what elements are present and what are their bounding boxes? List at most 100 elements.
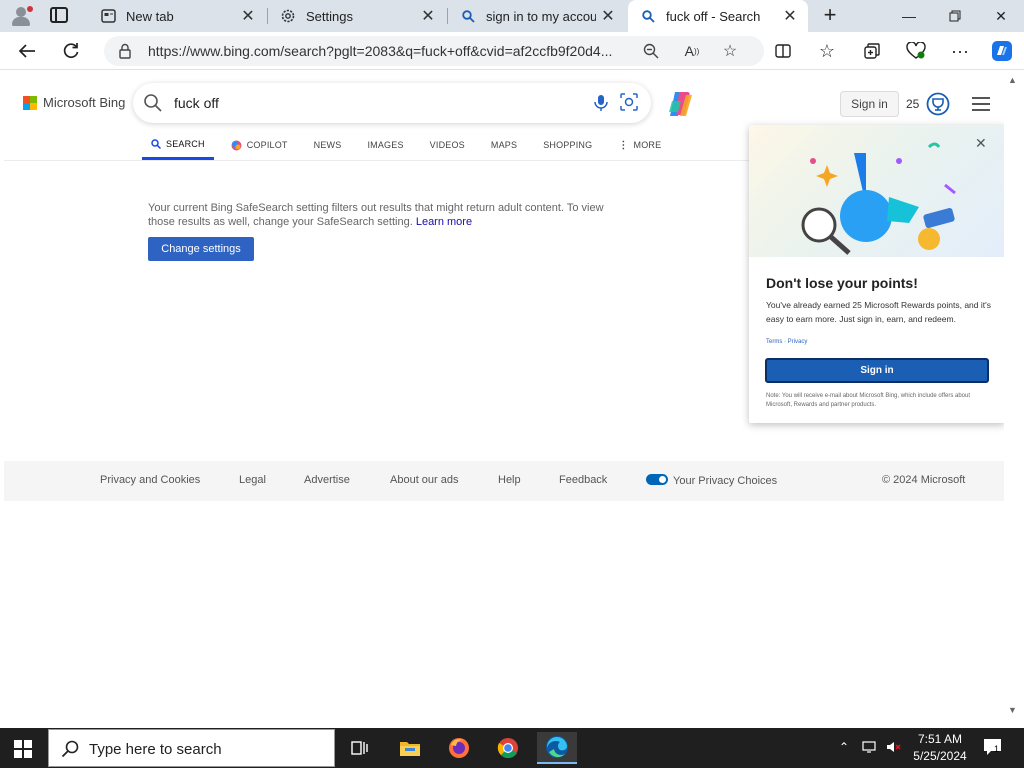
tab-active-search[interactable]: fuck off - Search ✕	[628, 0, 808, 32]
browser-tab-strip: New tab ✕ Settings ✕ sign in to my accou…	[0, 0, 1024, 32]
browser-essentials-icon[interactable]	[903, 38, 929, 64]
taskbar-search-placeholder[interactable]: Type here to search	[89, 741, 222, 758]
flyout-body: You've already earned 25 Microsoft Rewar…	[766, 300, 992, 324]
close-icon[interactable]: ✕	[975, 135, 987, 152]
network-icon[interactable]	[862, 740, 878, 757]
close-icon[interactable]: ✕	[596, 6, 620, 26]
scope-more[interactable]: ⋮ MORE	[609, 131, 670, 159]
minimize-button[interactable]: —	[886, 0, 932, 32]
visual-search-icon[interactable]	[620, 93, 638, 111]
search-icon	[640, 8, 656, 24]
file-explorer-icon[interactable]	[390, 732, 430, 764]
newtab-icon	[100, 8, 116, 24]
search-input[interactable]	[174, 95, 574, 111]
more-vertical-icon: ⋮	[618, 139, 629, 151]
flyout-title: Don't lose your points!	[766, 275, 918, 291]
read-aloud-icon[interactable]: A))	[682, 41, 702, 61]
scope-news[interactable]: NEWS	[305, 131, 351, 159]
tab-title: fuck off - Search	[666, 8, 761, 24]
scope-shopping[interactable]: SHOPPING	[534, 131, 601, 159]
show-hidden-icons-icon[interactable]: ⌃	[839, 740, 849, 754]
tab-actions-icon[interactable]	[50, 7, 68, 23]
profile-icon[interactable]	[8, 4, 34, 28]
scope-label: SHOPPING	[543, 140, 593, 150]
split-screen-icon[interactable]	[770, 38, 796, 64]
bing-logo[interactable]: Microsoft Bing	[23, 95, 125, 110]
favorites-icon[interactable]: ☆	[814, 38, 840, 64]
url-text[interactable]: https://www.bing.com/search?pglt=2083&q=…	[148, 43, 638, 59]
footer-link-about-ads[interactable]: About our ads	[390, 474, 459, 486]
microsoft-logo-icon	[23, 95, 37, 110]
page-footer: Privacy and Cookies Legal Advertise Abou…	[4, 461, 1004, 501]
edge-icon[interactable]	[537, 732, 577, 764]
footer-link-advertise[interactable]: Advertise	[304, 474, 350, 486]
tab-sign-in-search[interactable]: sign in to my account ✕	[448, 0, 626, 32]
footer-link-legal[interactable]: Legal	[239, 474, 266, 486]
favorite-star-icon[interactable]: ☆	[720, 41, 740, 61]
safesearch-notice-text: Your current Bing SafeSearch setting fil…	[148, 202, 604, 228]
rewards-flyout: ✕ Don't lose your points! You've already…	[749, 125, 1005, 423]
back-button[interactable]	[14, 38, 40, 64]
search-box[interactable]	[133, 83, 651, 123]
windows-start-icon[interactable]	[14, 740, 32, 758]
notification-count: 1	[994, 744, 1000, 754]
firefox-icon[interactable]	[439, 732, 479, 764]
clock-date: 5/25/2024	[913, 749, 967, 763]
volume-muted-icon[interactable]	[886, 740, 902, 757]
menu-hamburger-icon[interactable]	[972, 97, 990, 111]
copilot-sidebar-icon[interactable]	[989, 38, 1015, 64]
scope-copilot[interactable]: COPILOT	[222, 131, 297, 159]
footer-copyright: © 2024 Microsoft	[882, 474, 966, 486]
close-icon[interactable]: ✕	[416, 6, 440, 26]
footer-link-feedback[interactable]: Feedback	[559, 474, 607, 486]
scroll-up-icon[interactable]: ▲	[1008, 75, 1017, 85]
learn-more-link[interactable]: Learn more	[416, 216, 472, 228]
microphone-icon[interactable]	[593, 93, 609, 113]
close-icon[interactable]: ✕	[778, 6, 802, 26]
collections-icon[interactable]	[859, 38, 885, 64]
notification-center-icon[interactable]: 1	[983, 738, 1003, 756]
scope-images[interactable]: IMAGES	[358, 131, 412, 159]
address-bar[interactable]: https://www.bing.com/search?pglt=2083&q=…	[104, 36, 764, 66]
chrome-icon[interactable]	[488, 732, 528, 764]
tab-new-tab[interactable]: New tab ✕	[88, 0, 266, 32]
scope-maps[interactable]: MAPS	[482, 131, 526, 159]
footer-link-privacy-choices[interactable]: Your Privacy Choices	[646, 474, 777, 487]
restore-button[interactable]	[932, 0, 978, 32]
footer-link-help[interactable]: Help	[498, 474, 521, 486]
close-window-button[interactable]: ✕	[978, 0, 1024, 32]
rewards-points[interactable]: 25	[906, 97, 919, 111]
task-view-icon[interactable]	[340, 732, 380, 764]
safesearch-notice: Your current Bing SafeSearch setting fil…	[148, 201, 628, 229]
system-clock[interactable]: 7:51 AM 5/25/2024	[905, 731, 975, 765]
bing-logo-text: Microsoft Bing	[43, 95, 126, 110]
flyout-sign-in-button[interactable]: Sign in	[765, 358, 989, 383]
search-icon	[61, 740, 79, 758]
copilot-icon[interactable]	[666, 89, 696, 119]
flyout-note: Note: You will receive e-mail about Micr…	[766, 393, 970, 408]
search-icon	[151, 139, 161, 149]
page-scrollbar[interactable]: ▲ ▼	[1004, 71, 1020, 719]
change-settings-button[interactable]: Change settings	[148, 237, 254, 261]
scope-search[interactable]: SEARCH	[142, 131, 214, 160]
sign-in-button[interactable]: Sign in	[840, 91, 899, 117]
new-tab-button[interactable]: +	[818, 4, 842, 28]
search-icon[interactable]	[143, 93, 163, 113]
tab-settings[interactable]: Settings ✕	[268, 0, 446, 32]
close-icon[interactable]: ✕	[236, 6, 260, 26]
scroll-down-icon[interactable]: ▼	[1008, 705, 1017, 715]
rewards-trophy-icon[interactable]	[926, 92, 950, 116]
rewards-illustration	[749, 125, 1005, 257]
zoom-out-icon[interactable]	[641, 41, 661, 61]
footer-link-privacy-cookies[interactable]: Privacy and Cookies	[100, 474, 200, 486]
clock-time: 7:51 AM	[917, 732, 963, 746]
scope-label: IMAGES	[367, 140, 404, 150]
taskbar-search[interactable]: Type here to search	[48, 729, 335, 767]
terms-privacy-links[interactable]: Terms · Privacy	[766, 339, 807, 345]
scope-videos[interactable]: VIDEOS	[421, 131, 474, 159]
refresh-button[interactable]	[58, 38, 84, 64]
lock-icon[interactable]	[118, 43, 132, 59]
more-options-icon[interactable]: ···	[947, 38, 973, 64]
scope-label: COPILOT	[246, 140, 288, 150]
search-scopes: SEARCH COPILOT NEWS IMAGES VIDEOS MAPS S…	[142, 131, 678, 161]
